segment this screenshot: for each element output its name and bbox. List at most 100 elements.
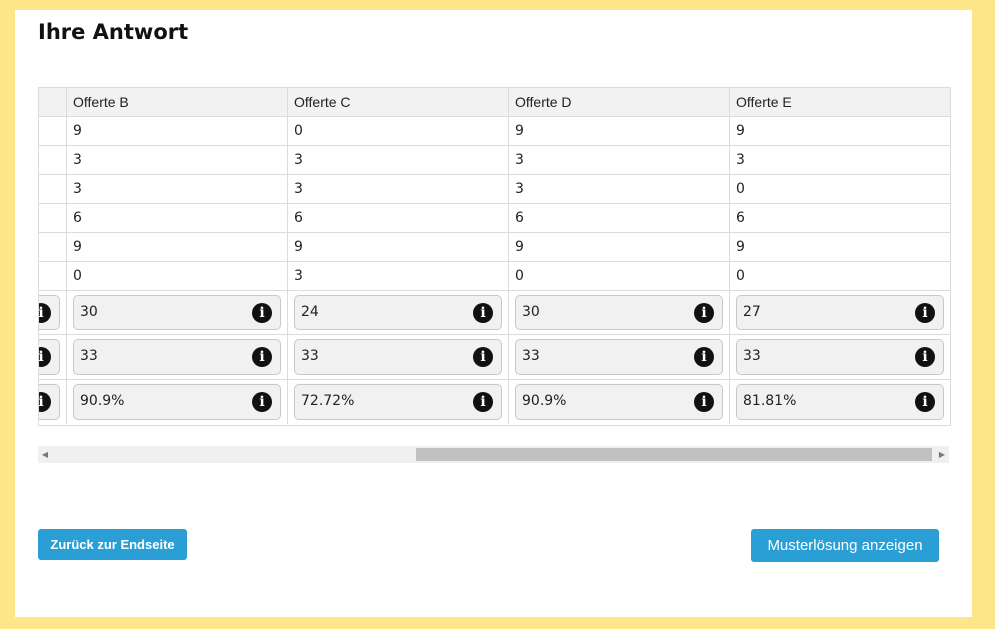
table-row: 3 3 3 0 [39,175,950,204]
column-header-label: Offerte E [736,94,792,110]
table-row: 3 3 3 3 [39,146,950,175]
info-icon[interactable]: i [39,392,51,412]
table-cell: 3 [66,175,287,203]
table-cell: 9 [508,117,729,145]
answer-field[interactable]: 81.81% i [736,384,944,420]
info-icon[interactable]: i [694,392,714,412]
table-cell: 33 i [66,335,287,379]
answer-field[interactable]: 24 i [294,295,502,330]
scroll-thumb[interactable] [416,448,932,461]
table-header-row: Offerte B Offerte C Offerte D Offerte E [39,88,950,117]
cell-value: 9 [73,239,82,255]
column-header: Offerte D [508,88,729,116]
answer-field[interactable]: 72.72% i [294,384,502,420]
table-cell: 9 [508,233,729,261]
table-cell: 0 [729,175,950,203]
answer-field[interactable]: 30 i [515,295,723,330]
column-header-label: Offerte B [73,94,129,110]
table-cell: 6 [508,204,729,232]
table-cell: 6 [287,204,508,232]
answer-value: 81.81% [743,393,797,409]
answer-value: 33 [80,348,98,364]
back-to-end-page-button[interactable]: Zurück zur Endseite [38,529,187,560]
cell-value: 9 [736,239,745,255]
cell-value: 3 [73,152,82,168]
table-cell: 3 [287,175,508,203]
table-cell: 27 i [729,291,950,334]
table-cell: 30 i [508,291,729,334]
table-cell: 24 i [287,291,508,334]
cell-value: 3 [736,152,745,168]
answer-field[interactable]: 27 i [736,295,944,330]
column-header: Offerte B [66,88,287,116]
info-icon[interactable]: i [39,302,51,323]
column-header-label: Offerte D [515,94,572,110]
answer-value: 72.72% [301,393,355,409]
column-header: Offerte E [729,88,950,116]
cell-value: 6 [515,210,524,226]
table-cell: 9 [66,117,287,145]
cell-value: 0 [736,268,745,284]
info-icon[interactable]: i [252,392,272,412]
content-panel: Ihre Antwort Offerte B Offerte C Offerte D… [15,10,972,617]
show-solution-button[interactable]: Musterlösung anzeigen [751,529,939,562]
answer-field[interactable]: 90.9% i [515,384,723,420]
table-row: 9 9 9 9 [39,233,950,262]
info-icon[interactable]: i [915,392,935,412]
cell-value: 9 [736,123,745,139]
cell-value: 6 [736,210,745,226]
info-icon[interactable]: i [694,347,714,367]
answer-field[interactable]: 33 i [515,339,723,375]
answer-field[interactable]: i [39,339,60,375]
cell-value: 0 [294,123,303,139]
table-input-row: i 33 i 33 i 33 i 33 i [39,335,950,380]
answer-field[interactable]: i [39,295,60,330]
table-row: 0 3 0 0 [39,262,950,291]
scroll-left-arrow-icon[interactable]: ◀ [38,446,52,463]
info-icon[interactable]: i [252,302,272,323]
info-icon[interactable]: i [915,347,935,367]
info-icon[interactable]: i [473,347,493,367]
answer-field[interactable]: 33 i [294,339,502,375]
answer-field[interactable]: 30 i [73,295,281,330]
cell-value: 3 [515,181,524,197]
table-cell [39,204,66,232]
info-icon[interactable]: i [252,347,272,367]
info-icon[interactable]: i [915,302,935,323]
table-cell: 6 [66,204,287,232]
info-icon[interactable]: i [473,302,493,323]
table-cell: 9 [287,233,508,261]
table-cell: 33 i [729,335,950,379]
answer-field[interactable]: 33 i [73,339,281,375]
cell-value: 3 [73,181,82,197]
table-cell: 0 [66,262,287,290]
answer-value: 30 [80,304,98,320]
table-cell: 90.9% i [66,380,287,424]
cell-value: 9 [515,239,524,255]
answer-value: 90.9% [80,393,125,409]
answer-field[interactable]: i [39,384,60,420]
table-cell: 0 [508,262,729,290]
table-cell: 9 [729,233,950,261]
answer-field[interactable]: 33 i [736,339,944,375]
cell-value: 0 [73,268,82,284]
column-header-label: Offerte C [294,94,351,110]
horizontal-scrollbar[interactable]: ◀ ▶ [38,446,949,463]
scroll-right-arrow-icon[interactable]: ▶ [935,446,949,463]
table-cell: 3 [287,146,508,174]
column-header [39,88,66,116]
answer-value: 27 [743,304,761,320]
cell-value: 3 [294,181,303,197]
cell-value: 6 [73,210,82,226]
table-cell: 3 [508,175,729,203]
info-icon[interactable]: i [694,302,714,323]
table-cell: 33 i [508,335,729,379]
info-icon[interactable]: i [473,392,493,412]
info-icon[interactable]: i [39,347,51,367]
table-cell: 9 [729,117,950,145]
table-row: 9 0 9 9 [39,117,950,146]
table-cell: 3 [66,146,287,174]
answer-field[interactable]: 90.9% i [73,384,281,420]
cell-value: 9 [515,123,524,139]
table-cell: i [39,335,66,379]
